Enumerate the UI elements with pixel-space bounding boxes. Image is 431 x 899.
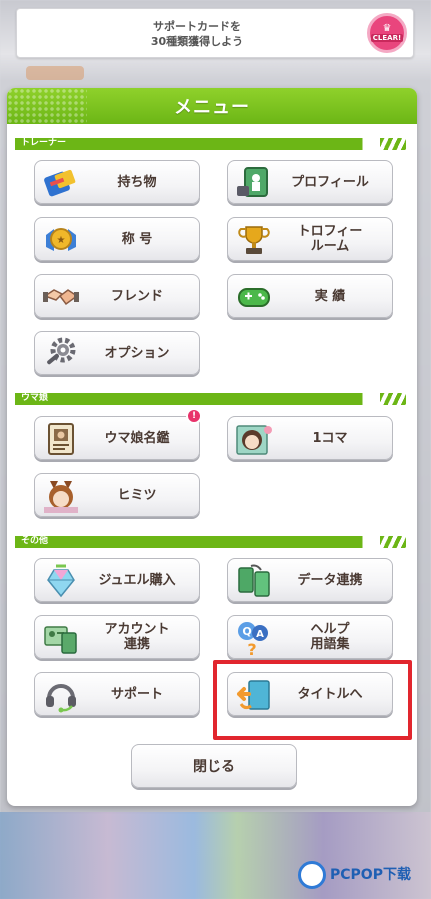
achievements-button[interactable]: 実 績 (227, 274, 393, 318)
title-button[interactable]: ★ 称 号 (34, 217, 200, 261)
trophy-icon (234, 220, 274, 260)
account-link-label: アカウント 連携 (104, 622, 170, 652)
help-label: ヘルプ 用語集 (310, 622, 350, 652)
gear-icon (41, 334, 81, 374)
gamepad-icon (234, 277, 274, 317)
trophy-room-button[interactable]: トロフィー ルーム (227, 217, 393, 261)
svg-text:?: ? (247, 640, 256, 657)
secrets-button[interactable]: ヒミツ (34, 473, 200, 517)
character-portrait-icon (41, 476, 81, 516)
items-label: 持ち物 (117, 174, 157, 190)
phones-icon (234, 561, 274, 601)
pcpop-logo-icon (298, 861, 326, 889)
data-link-button[interactable]: データ連携 (227, 558, 393, 602)
clear-badge-label: CLEAR! (370, 34, 404, 42)
jewel-purchase-button[interactable]: ジュエル購入 (34, 558, 200, 602)
friend-label: フレンド (110, 288, 163, 304)
watermark-text: PCPOP下载 (330, 867, 411, 883)
uma-encyclopedia-label: ウマ娘名鑑 (104, 430, 170, 446)
support-button[interactable]: サポート (34, 672, 200, 716)
one-frame-label: 1コマ (312, 430, 348, 446)
one-frame-button[interactable]: 1コマ (227, 416, 393, 460)
options-button[interactable]: オプション (34, 331, 200, 375)
section-other: その他 (15, 536, 410, 548)
uma-encyclopedia-button[interactable]: ウマ娘名鑑 (34, 416, 200, 460)
character-chibi-icon (234, 419, 274, 459)
mission-text: サポートカードを 30種類獲得しよう (150, 20, 244, 48)
menu-title: メニュー (174, 97, 250, 118)
section-other-label: その他 (21, 536, 49, 546)
help-button[interactable]: Q A? ヘルプ 用語集 (227, 615, 393, 659)
mission-banner[interactable]: サポートカードを 30種類獲得しよう ♛ CLEAR! (16, 8, 414, 58)
account-link-button[interactable]: アカウント 連携 (34, 615, 200, 659)
profile-label: プロフィール (291, 174, 369, 190)
notification-badge: ! (186, 408, 202, 424)
menu-header: メニュー (7, 88, 417, 124)
headset-icon (41, 675, 81, 715)
help-qa-icon: Q A? (234, 618, 274, 658)
medal-icon: ★ (41, 220, 81, 260)
watermark: PCPOP下载 (298, 858, 428, 892)
title-label: 称 号 (121, 231, 153, 247)
secrets-label: ヒミツ (117, 487, 157, 503)
section-umamusume: ウマ娘 (15, 393, 410, 405)
handshake-icon (41, 277, 81, 317)
items-button[interactable]: 持ち物 (34, 160, 200, 204)
clear-badge: ♛ CLEAR! (367, 13, 407, 53)
jewel-purchase-label: ジュエル購入 (98, 572, 176, 588)
friend-button[interactable]: フレンド (34, 274, 200, 318)
data-link-label: データ連携 (297, 572, 363, 588)
close-button[interactable]: 閉じる (131, 744, 297, 788)
encyclopedia-icon (41, 419, 81, 459)
svg-text:★: ★ (57, 235, 66, 246)
crown-icon: ♛ (382, 23, 392, 34)
background-tag (26, 66, 84, 80)
options-label: オプション (104, 345, 170, 361)
trophy-room-label: トロフィー ルーム (297, 224, 363, 254)
section-trainer: トレーナー (15, 138, 410, 150)
section-trainer-label: トレーナー (21, 138, 67, 148)
svg-text:Q: Q (242, 625, 251, 638)
achievements-label: 実 績 (314, 288, 346, 304)
jewel-icon (41, 561, 81, 601)
support-label: サポート (110, 686, 163, 702)
svg-text:A: A (256, 629, 264, 640)
profile-card-icon (234, 163, 274, 203)
id-card-icon (41, 618, 81, 658)
items-icon (41, 163, 81, 203)
highlight-box (213, 660, 412, 740)
section-umamusume-label: ウマ娘 (21, 393, 49, 403)
profile-button[interactable]: プロフィール (227, 160, 393, 204)
